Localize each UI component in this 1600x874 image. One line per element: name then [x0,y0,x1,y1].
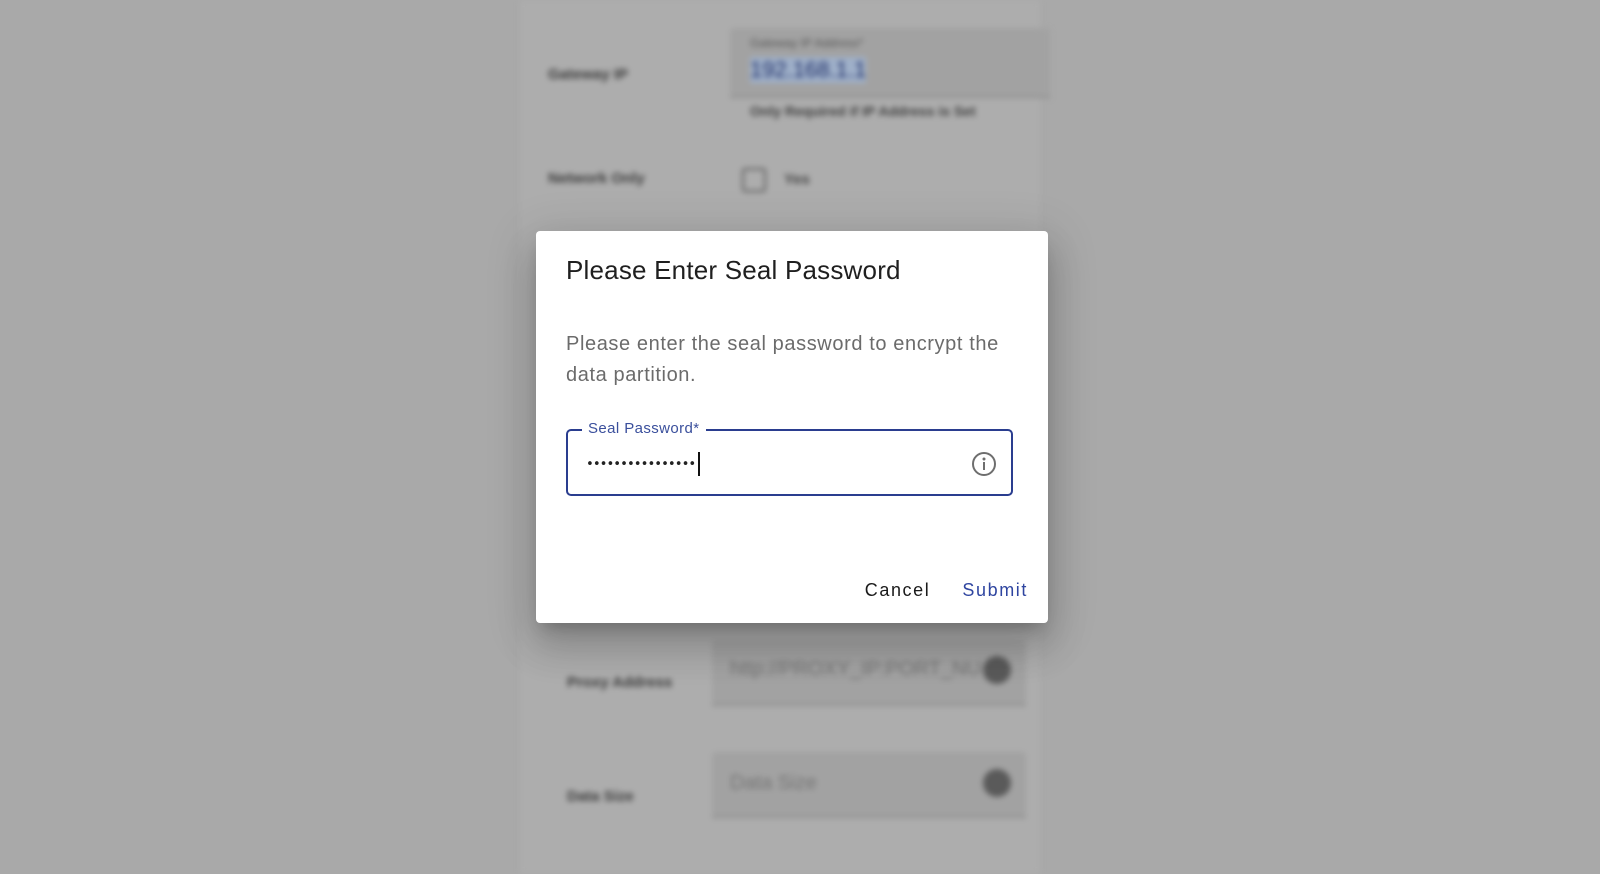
seal-password-dialog: Please Enter Seal Password Please enter … [536,231,1048,623]
seal-password-input[interactable] [586,451,936,477]
submit-button[interactable]: Submit [962,580,1028,601]
gateway-ip-label: Gateway IP [548,66,629,83]
dialog-description: Please enter the seal password to encryp… [566,333,999,386]
data-size-info-icon [983,769,1011,797]
dialog-actions: Cancel Submit [865,580,1028,601]
seal-password-label: Seal Password* [582,420,706,437]
text-caret [698,452,700,476]
seal-password-field[interactable]: Seal Password* [566,420,1013,496]
network-only-label: Network Only [548,170,645,187]
data-size-placeholder: Data Size [730,772,817,794]
proxy-info-icon [983,656,1011,684]
dialog-title: Please Enter Seal Password [566,255,901,285]
gateway-ip-field-label: Gateway IP Address* [750,36,864,50]
gateway-ip-value: 192.168.1.1 [750,57,867,83]
proxy-address-label: Proxy Address [567,674,673,691]
proxy-address-placeholder: http://PROXY_IP:PORT_NU [730,658,981,680]
network-only-checkbox-label: Yes [784,171,810,188]
info-icon[interactable] [971,451,997,477]
gateway-ip-help: Only Required if IP Address is Set [750,103,976,119]
cancel-button[interactable]: Cancel [865,580,931,601]
data-size-label: Data Size [567,788,634,805]
network-only-checkbox [742,168,766,192]
